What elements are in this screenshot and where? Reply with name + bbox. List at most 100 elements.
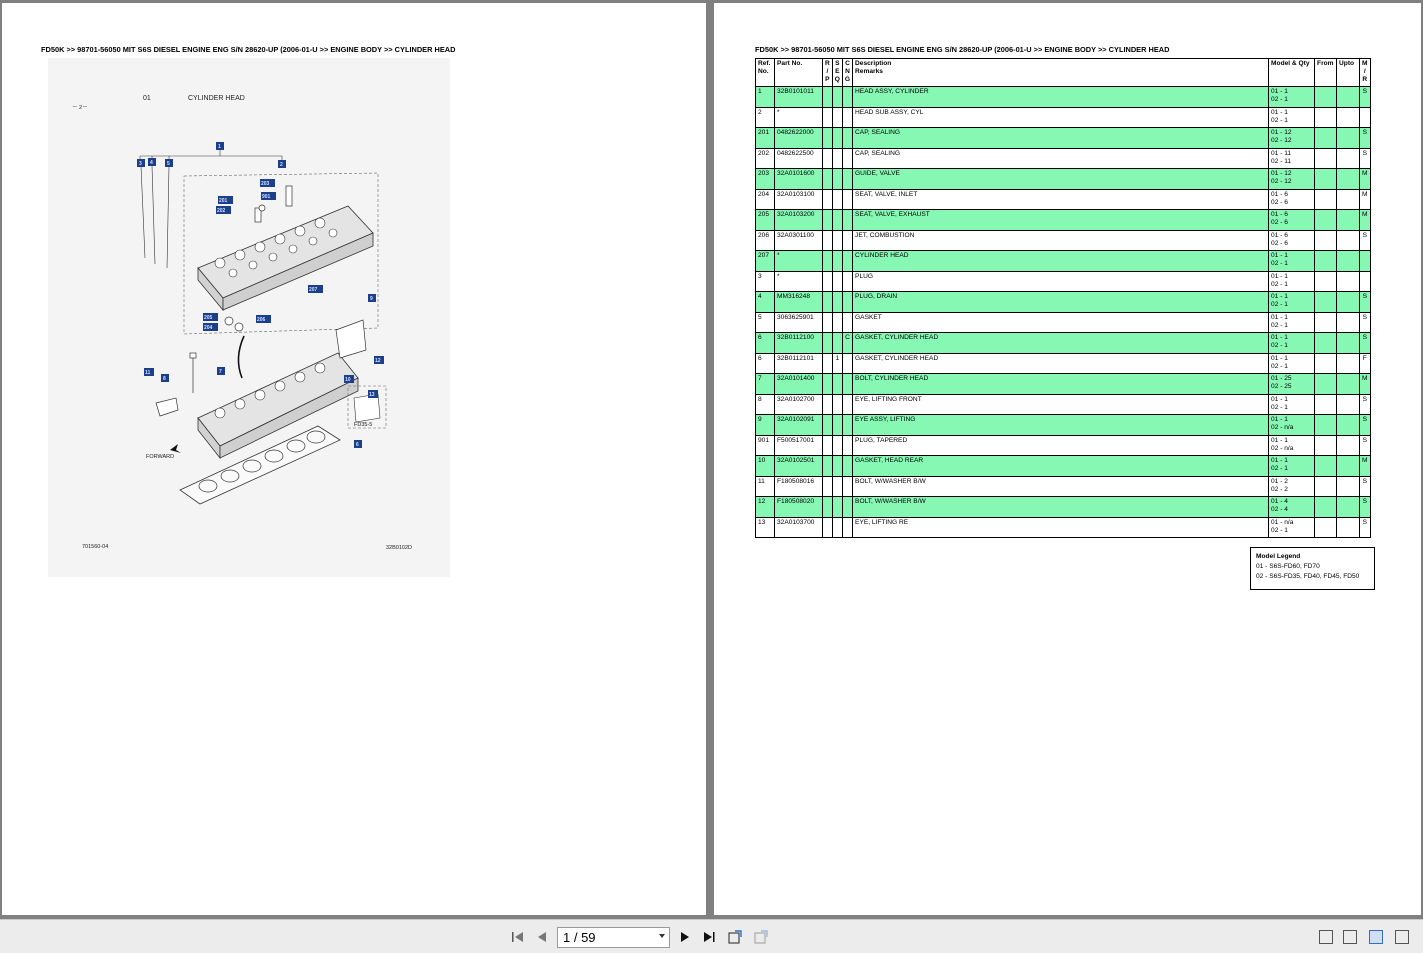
continuous-icon[interactable] xyxy=(1343,930,1357,944)
cell-cng xyxy=(841,188,854,210)
table-row[interactable]: 6 32B0112101 1 GASKET, CYLINDER HEAD 01 - 1 … xyxy=(755,352,1371,374)
cell-description: GUIDE, VALVE xyxy=(852,168,1270,190)
table-row[interactable]: 901 F500517001 PLUG, TAPERED 01 - 1 02 - n/… xyxy=(755,434,1371,456)
callout-10[interactable]: 10 xyxy=(344,375,354,383)
callout-7[interactable]: 7 xyxy=(217,367,225,375)
cell-description: BOLT, CYLINDER HEAD xyxy=(852,373,1270,395)
callout-13[interactable]: 13 xyxy=(368,390,378,398)
page-number: 1 / 59 xyxy=(563,930,596,945)
cell-mr xyxy=(1359,250,1371,272)
page-indicator[interactable]: 1 / 59 xyxy=(557,927,670,948)
callout-204[interactable]: 204 xyxy=(203,323,218,331)
two-page-icon[interactable] xyxy=(1369,930,1383,944)
callout-12[interactable]: 12 xyxy=(374,356,384,364)
next-page-icon[interactable] xyxy=(677,929,693,945)
table-row[interactable]: 6 32B0112100 C GASKET, CYLINDER HEAD 01 - 1 … xyxy=(755,332,1371,354)
table-row[interactable]: 10 32A0102501 GASKET, HEAD REAR 01 - 1 02 -… xyxy=(755,455,1371,477)
table-row[interactable]: 2 * HEAD SUB ASSY, CYL 01 - 1 02 - 1 xyxy=(755,106,1371,128)
table-row[interactable]: 9 32A0102091 EYE ASSY, LIFTING 01 - 1 02 - … xyxy=(755,414,1371,436)
single-page-icon[interactable] xyxy=(1319,930,1333,944)
cell-upto xyxy=(1336,393,1361,415)
svg-text:10: 10 xyxy=(345,377,351,383)
first-page-icon[interactable] xyxy=(510,929,526,945)
cell-seq xyxy=(831,393,843,415)
table-row[interactable]: 202 0482622500 CAP, SEALING 01 - 11 02 - 11… xyxy=(755,147,1371,169)
callout-206[interactable]: 206 xyxy=(256,315,271,323)
cell-mr: S xyxy=(1359,291,1371,313)
callout-201[interactable]: 201 xyxy=(218,196,233,204)
col-seq: S E Q xyxy=(831,58,843,87)
svg-text:202: 202 xyxy=(217,208,226,214)
cell-part-no: F180508016 xyxy=(774,475,823,497)
fit-page-icon[interactable] xyxy=(753,929,769,945)
callout-4[interactable]: 4 xyxy=(148,158,156,166)
two-page-continuous-icon[interactable] xyxy=(1395,930,1409,944)
table-row[interactable]: 4 MM316248 PLUG, DRAIN 01 - 1 02 - 1 S xyxy=(755,291,1371,313)
cell-part-no: 0482622000 xyxy=(774,127,823,149)
cell-part-no: F180508020 xyxy=(774,496,823,518)
svg-text:12: 12 xyxy=(375,358,381,364)
callout-5[interactable]: 5 xyxy=(165,159,173,167)
cell-model-qty: 01 - 4 02 - 4 xyxy=(1268,496,1316,518)
table-row[interactable]: 1 32B0101011 HEAD ASSY, CYLINDER 01 - 1 02 … xyxy=(755,86,1371,108)
cell-model-qty: 01 - 11 02 - 11 xyxy=(1268,147,1316,169)
cell-seq xyxy=(831,291,843,313)
cell-cng xyxy=(841,147,854,169)
cell-seq xyxy=(831,455,843,477)
callout-203[interactable]: 203 xyxy=(260,179,275,187)
cell-cng xyxy=(841,434,854,456)
cell-cng xyxy=(841,352,854,374)
cell-model-qty: 01 - 1 02 - 1 xyxy=(1268,393,1316,415)
table-row[interactable]: 8 32A0102700 EYE, LIFTING FRONT 01 - 1 02 -… xyxy=(755,393,1371,415)
table-row[interactable]: 7 32A0101400 BOLT, CYLINDER HEAD 01 - 25 02… xyxy=(755,373,1371,395)
callout-2[interactable]: 2 xyxy=(278,160,286,168)
callout-8[interactable]: 8 xyxy=(161,374,169,382)
rotate-view-icon[interactable] xyxy=(727,929,743,945)
cell-cng xyxy=(841,373,854,395)
assembly-arrow xyxy=(237,335,245,379)
cell-ref: 4 xyxy=(755,291,775,313)
cell-model-qty: 01 - 1 02 - 1 xyxy=(1268,332,1316,354)
callout-205[interactable]: 205 xyxy=(203,313,218,321)
cell-description: HEAD ASSY, CYLINDER xyxy=(852,86,1270,108)
cell-from xyxy=(1314,455,1338,477)
cell-mr: M xyxy=(1359,373,1371,395)
table-row[interactable]: 3 * PLUG 01 - 1 02 - 1 xyxy=(755,270,1371,292)
callout-3[interactable]: 3 xyxy=(137,159,145,167)
callout-207[interactable]: 207 xyxy=(308,285,323,293)
table-row[interactable]: 5 3063625901 GASKET 01 - 1 02 - 1 S xyxy=(755,311,1371,333)
cell-ref: 901 xyxy=(755,434,775,456)
cell-cng xyxy=(841,516,854,538)
cell-ref: 13 xyxy=(755,516,775,538)
table-row[interactable]: 205 32A0103200 SEAT, VALVE, EXHAUST 01 - 6 … xyxy=(755,209,1371,231)
cell-description: EYE, LIFTING FRONT xyxy=(852,393,1270,415)
table-row[interactable]: 203 32A0101600 GUIDE, VALVE 01 - 12 02 - 12… xyxy=(755,168,1371,190)
model-legend: Model Legend 01 - S6S-FD60, FD70 02 - S6… xyxy=(1250,547,1375,590)
callout-6[interactable]: 6 xyxy=(354,440,362,448)
table-row[interactable]: 204 32A0103100 SEAT, VALVE, INLET 01 - 6 02… xyxy=(755,188,1371,210)
cell-upto xyxy=(1336,229,1361,251)
cell-mr: S xyxy=(1359,414,1371,436)
cell-rp xyxy=(822,168,833,190)
variant-label: FD35-5 xyxy=(354,422,372,428)
table-row[interactable]: 206 32A0301100 JET, COMBUSTION 01 - 6 02 - … xyxy=(755,229,1371,251)
table-row[interactable]: 207 * CYLINDER HEAD 01 - 1 02 - 1 xyxy=(755,250,1371,272)
prev-page-icon[interactable] xyxy=(534,929,550,945)
cell-description: GASKET, HEAD REAR xyxy=(852,455,1270,477)
svg-text:4: 4 xyxy=(150,160,153,166)
svg-text:901: 901 xyxy=(262,194,271,200)
table-row[interactable]: 13 32A0103700 EYE, LIFTING RE 01 - n/a 02 -… xyxy=(755,516,1371,538)
table-row[interactable]: 11 F180508016 BOLT, W/WASHER B/W 01 - 2 02 … xyxy=(755,475,1371,497)
table-row[interactable]: 201 0482622000 CAP, SEALING 01 - 12 02 - 12… xyxy=(755,127,1371,149)
callout-11[interactable]: 11 xyxy=(144,368,154,376)
callout-9[interactable]: 9 xyxy=(368,294,376,302)
cell-mr: S xyxy=(1359,332,1371,354)
cell-description: BOLT, W/WASHER B/W xyxy=(852,496,1270,518)
table-row[interactable]: 12 F180508020 BOLT, W/WASHER B/W 01 - 4 02 … xyxy=(755,496,1371,518)
callout-901[interactable]: 901 xyxy=(261,192,276,200)
callout-1[interactable]: 1 xyxy=(216,142,224,150)
cell-cng xyxy=(841,127,854,149)
last-page-icon[interactable] xyxy=(701,929,717,945)
cell-ref: 203 xyxy=(755,168,775,190)
callout-202[interactable]: 202 xyxy=(216,206,231,214)
